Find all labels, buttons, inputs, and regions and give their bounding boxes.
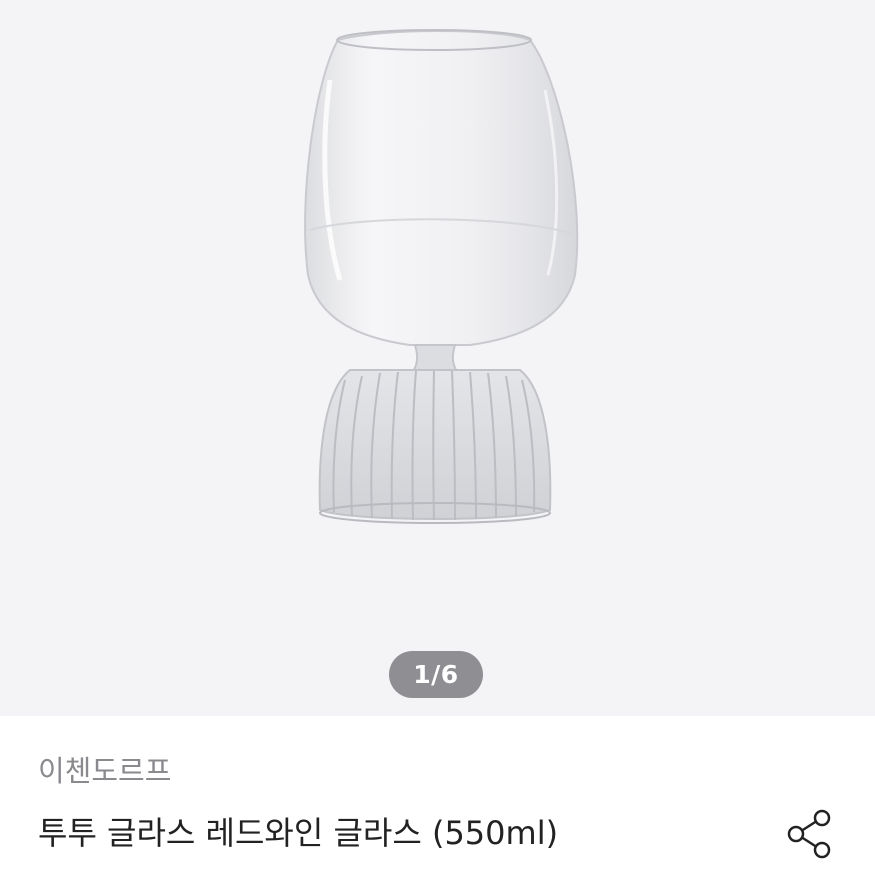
share-icon xyxy=(787,809,831,859)
product-info: 이첸도르프 투투 글라스 레드와인 글라스 (550ml) xyxy=(0,716,875,875)
image-gallery[interactable]: 1/6 xyxy=(0,0,875,716)
page-indicator: 1/6 xyxy=(389,651,483,698)
rating-strip xyxy=(38,870,288,875)
product-photo xyxy=(304,29,579,524)
product-detail-page: 1/6 이첸도르프 투투 글라스 레드와인 글라스 (550ml) xyxy=(0,0,875,875)
brand-name[interactable]: 이첸도르프 xyxy=(38,748,171,790)
share-button[interactable] xyxy=(780,804,840,864)
product-title: 투투 글라스 레드와인 글라스 (550ml) xyxy=(38,814,559,852)
